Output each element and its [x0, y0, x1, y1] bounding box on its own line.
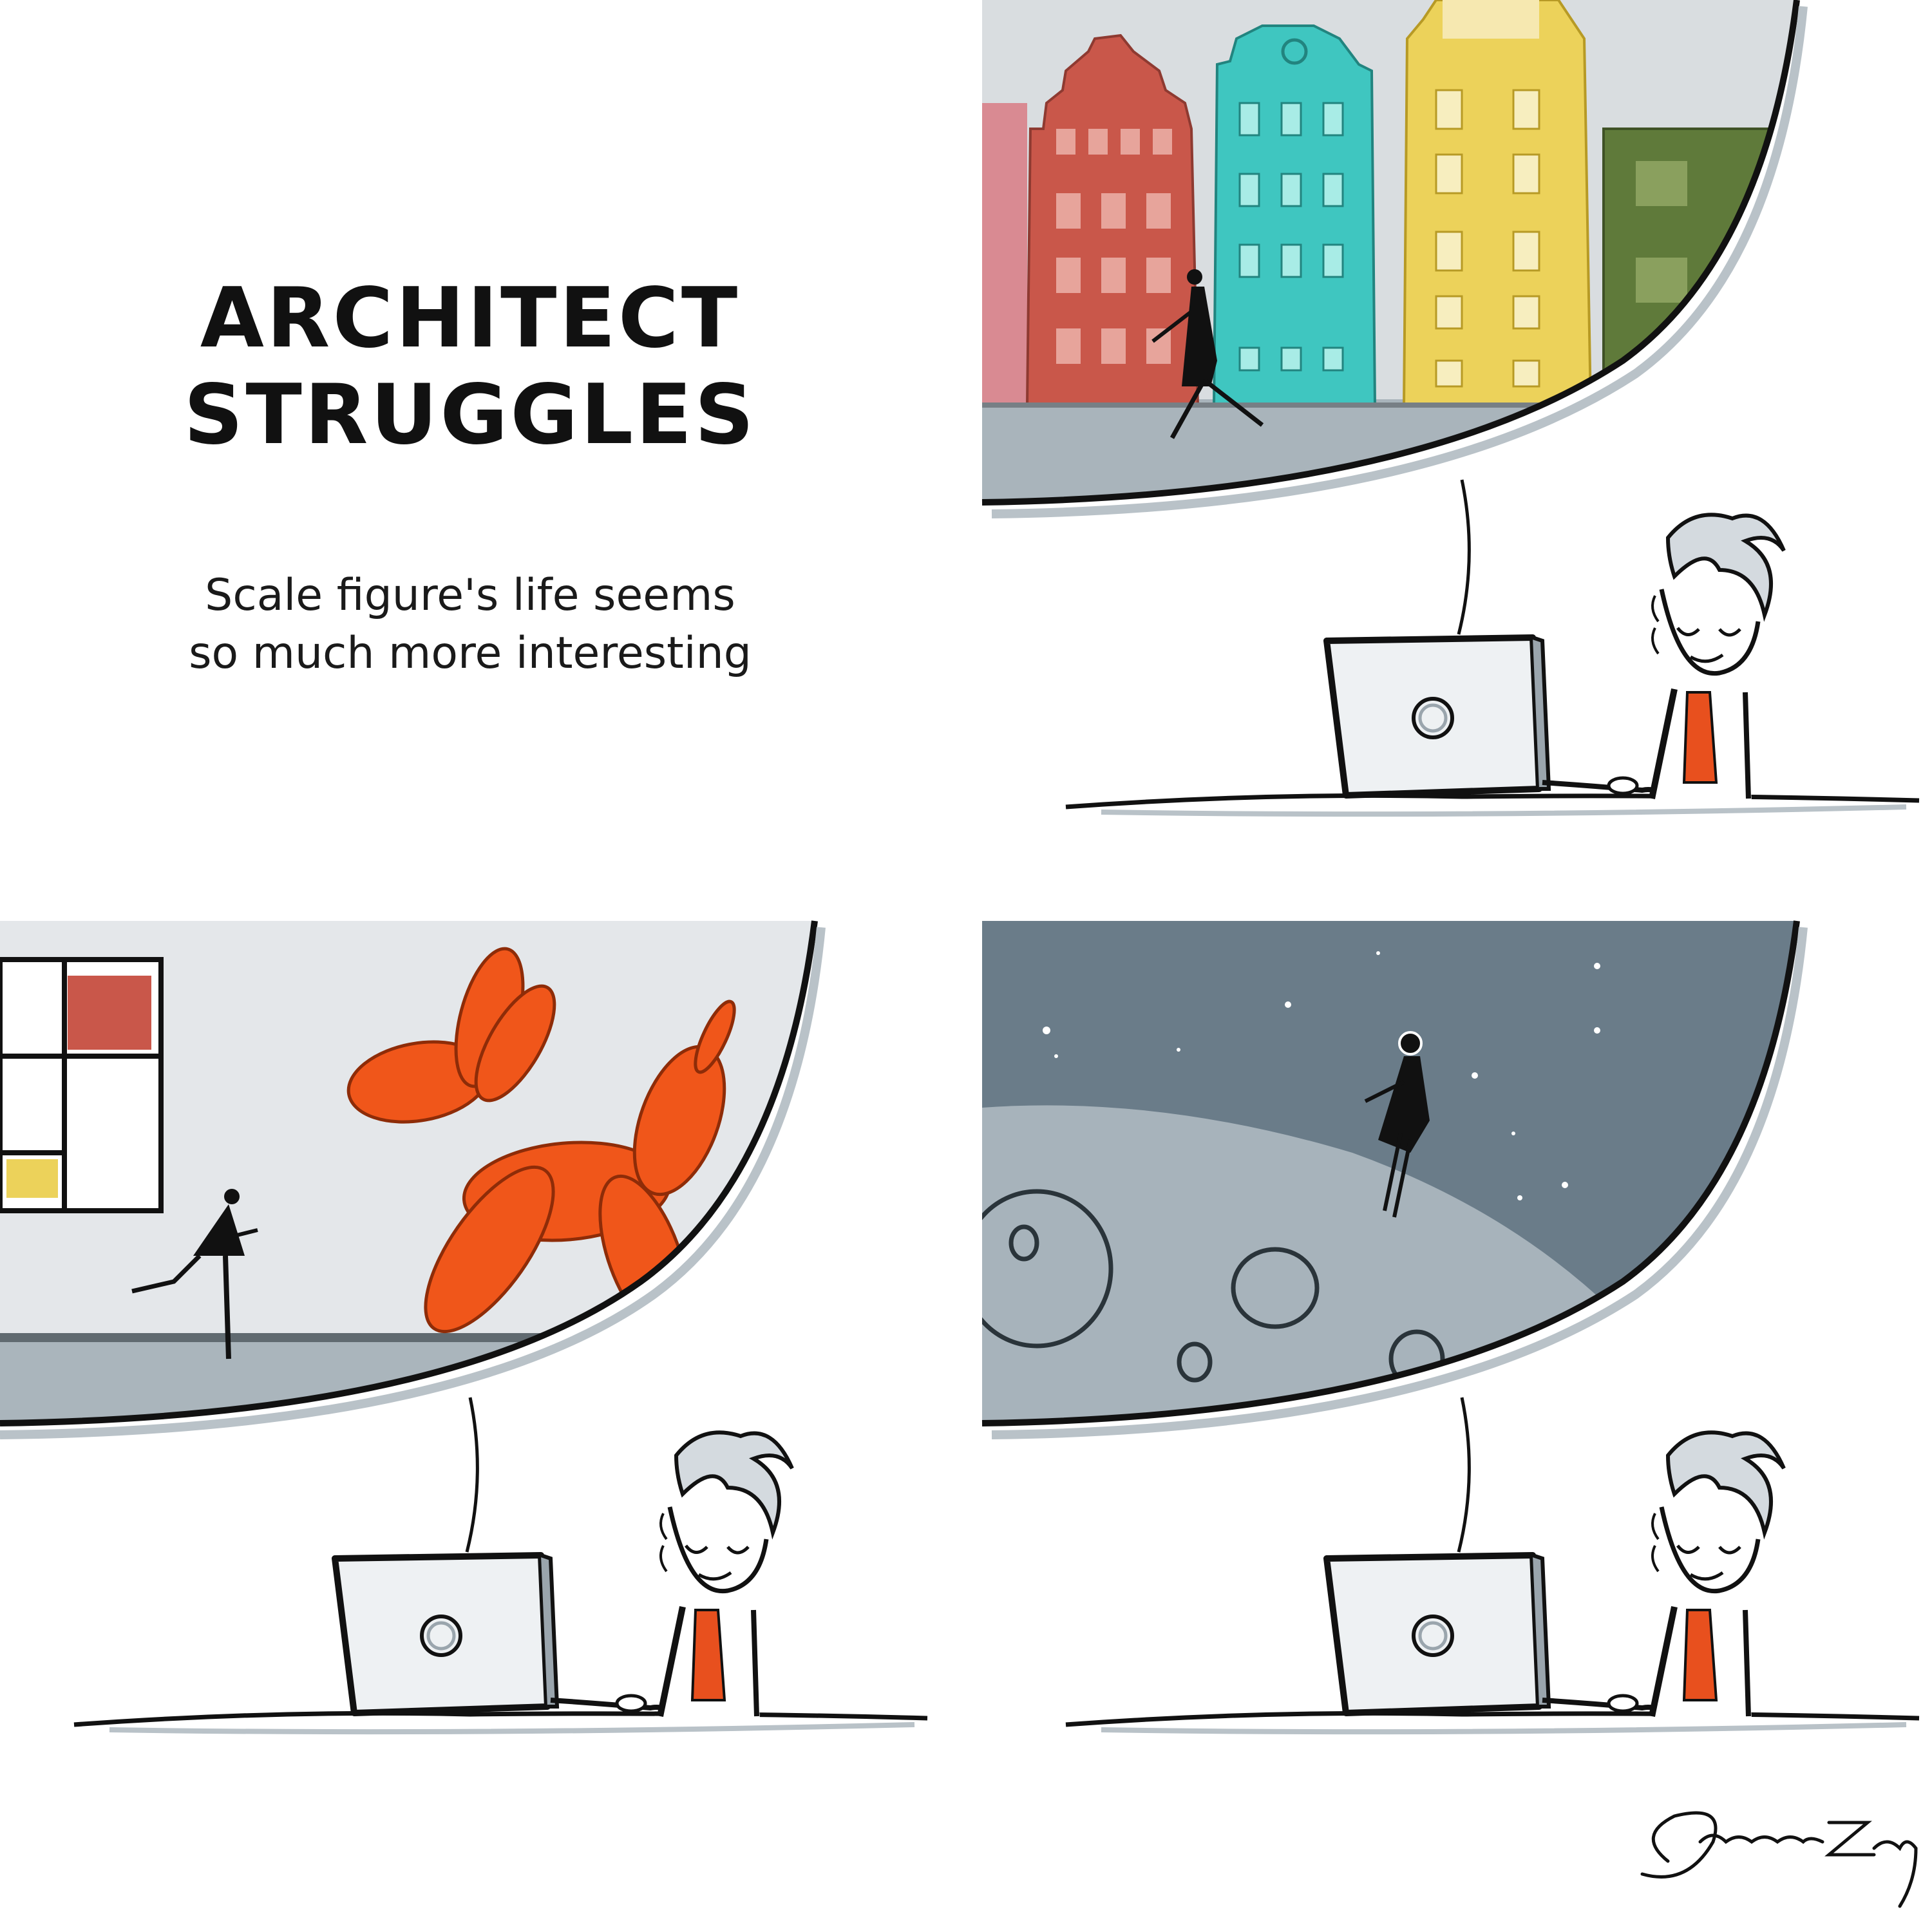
- artist-at-laptop-2: [74, 1397, 927, 1732]
- pink-house: [982, 103, 1027, 406]
- artist-at-laptop-3: [1066, 1397, 1919, 1732]
- comic-artwork: [0, 0, 1932, 1908]
- signature: [1640, 1811, 1918, 1908]
- yellow-house: [1402, 0, 1593, 407]
- artist-at-laptop-1: [1066, 480, 1919, 814]
- panel-townhouses: [981, 0, 1808, 518]
- panel-moon: [981, 920, 1808, 1439]
- mondrian-painting: [0, 957, 164, 1213]
- teal-house: [1212, 24, 1377, 407]
- panel-balloon-dog: [0, 920, 826, 1439]
- green-house: [1602, 128, 1772, 407]
